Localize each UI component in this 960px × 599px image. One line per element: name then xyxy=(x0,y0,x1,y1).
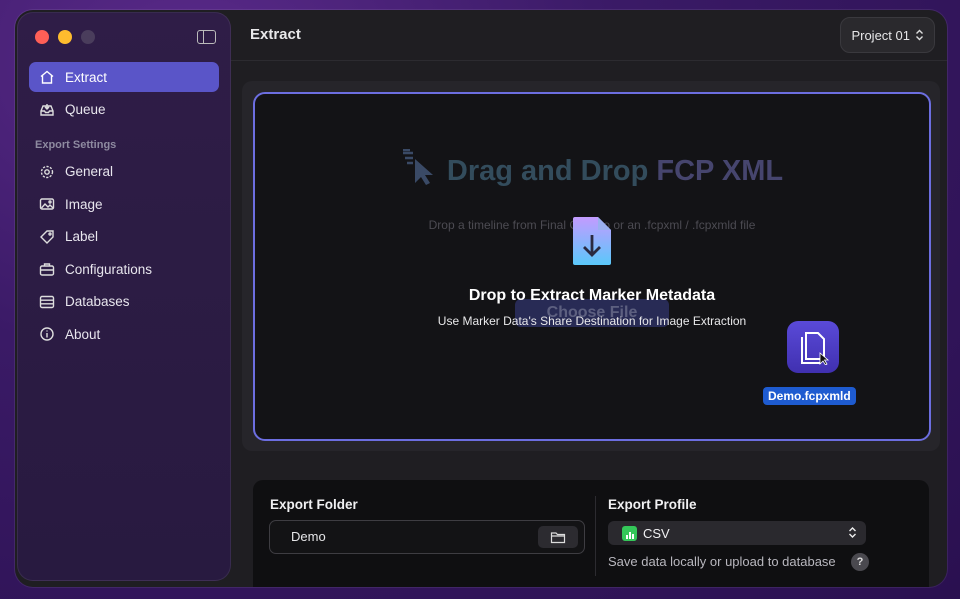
export-profile-title: Export Profile xyxy=(608,497,697,512)
info-icon xyxy=(39,326,55,342)
page-title: Extract xyxy=(250,26,301,43)
sidebar-item-extract[interactable]: Extract xyxy=(29,62,219,92)
export-folder-title: Export Folder xyxy=(270,497,358,512)
folder-icon xyxy=(550,531,566,543)
drop-panel: Drag and Drop FCP XML Drop a timeline fr… xyxy=(242,81,940,451)
sidebar-item-label: Label xyxy=(65,229,99,244)
export-profile-select[interactable]: CSV xyxy=(608,521,866,545)
project-selector-label: Project 01 xyxy=(851,27,910,43)
export-profile-hint: Save data locally or upload to database xyxy=(608,554,836,569)
drop-zone-title-part2: FCP XML xyxy=(656,155,784,187)
choose-folder-button[interactable] xyxy=(538,526,578,548)
export-divider xyxy=(595,496,596,576)
tray-icon xyxy=(39,102,55,118)
sidebar-item-label: Databases xyxy=(65,294,130,309)
sidebar-item-label: Configurations xyxy=(65,261,153,277)
sidebar-item-configurations[interactable]: Configurations xyxy=(29,254,219,284)
drop-overlay-title: Drop to Extract Marker Metadata xyxy=(468,287,716,304)
app-window: Extract Queue Export Settings General Im… xyxy=(15,10,947,587)
drop-zone[interactable]: Drag and Drop FCP XML Drop a timeline fr… xyxy=(253,92,931,441)
export-profile-value: CSV xyxy=(643,525,670,541)
sidebar-item-about[interactable]: About xyxy=(29,319,219,349)
minimize-button[interactable] xyxy=(58,30,72,44)
sidebar-item-label: General xyxy=(65,164,114,179)
sidebar-item-image[interactable]: Image xyxy=(29,189,219,219)
database-icon xyxy=(39,294,55,310)
dragged-file-label: Demo.fcpxmld xyxy=(763,387,856,405)
sidebar-item-general[interactable]: General xyxy=(29,157,219,187)
sidebar: Extract Queue Export Settings General Im… xyxy=(17,12,231,581)
window-controls xyxy=(35,30,95,44)
sidebar-item-databases[interactable]: Databases xyxy=(29,287,219,317)
cursor-click-icon xyxy=(402,148,433,185)
image-icon xyxy=(39,196,55,212)
sidebar-item-queue[interactable]: Queue xyxy=(29,95,219,125)
house-icon xyxy=(39,69,55,85)
tag-icon xyxy=(39,229,55,245)
sidebar-toggle-icon[interactable] xyxy=(197,30,216,44)
project-selector[interactable]: Project 01 xyxy=(840,17,935,53)
sidebar-item-label: About xyxy=(65,326,101,342)
export-folder-value: Demo xyxy=(291,529,326,544)
zoom-button[interactable] xyxy=(81,30,95,44)
drop-zone-title: Drag and Drop FCP XML xyxy=(255,148,929,188)
export-panel: Export Folder Demo Export Profile CSV Sa… xyxy=(253,480,929,587)
sidebar-item-label-settings[interactable]: Label xyxy=(29,222,219,252)
sidebar-nav: Extract Queue Export Settings General Im… xyxy=(29,62,219,352)
export-folder-field[interactable]: Demo xyxy=(269,520,585,554)
chevron-updown-icon xyxy=(916,29,923,41)
close-button[interactable] xyxy=(35,30,49,44)
help-button[interactable]: ? xyxy=(851,553,869,571)
section-label-export-settings: Export Settings xyxy=(35,138,117,151)
header-divider xyxy=(231,60,947,61)
fcpxmld-file-icon[interactable] xyxy=(787,321,839,373)
document-download-icon xyxy=(571,215,613,272)
gear-icon xyxy=(39,164,55,180)
spreadsheet-icon xyxy=(622,525,637,541)
sidebar-item-label: Extract xyxy=(65,69,108,85)
sidebar-item-label: Queue xyxy=(65,102,106,117)
sidebar-item-label: Image xyxy=(65,196,103,212)
drop-zone-title-part1: Drag and Drop xyxy=(446,155,657,187)
briefcase-icon xyxy=(39,261,55,277)
chevron-updown-icon xyxy=(849,527,856,538)
documents-icon xyxy=(801,332,830,365)
